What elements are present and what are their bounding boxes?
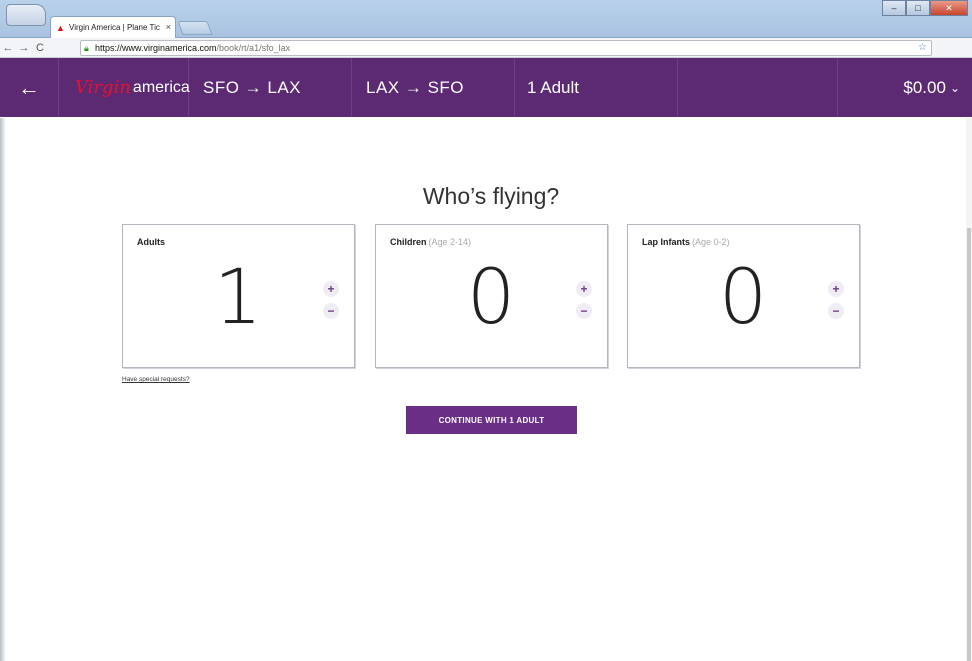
new-tab-button[interactable] bbox=[177, 21, 213, 35]
address-bar[interactable]: 🔒︎ https://www.virginamerica.com/book/rt… bbox=[80, 40, 932, 56]
window-controls: – □ ✕ bbox=[882, 0, 968, 16]
back-button[interactable]: ← bbox=[0, 58, 59, 117]
minimize-button[interactable]: – bbox=[882, 0, 906, 16]
maximize-button[interactable]: □ bbox=[906, 0, 930, 16]
adults-decrement-button[interactable]: − bbox=[323, 303, 339, 319]
close-window-button[interactable]: ✕ bbox=[930, 0, 968, 16]
back-arrow-icon: ← bbox=[18, 74, 40, 100]
adults-increment-button[interactable]: + bbox=[323, 281, 339, 297]
outbound-flight-tab[interactable]: SFO → LAX bbox=[189, 58, 352, 117]
lap-infants-increment-button[interactable]: + bbox=[828, 281, 844, 297]
card-label: Adults bbox=[137, 237, 167, 247]
card-label-text: Adults bbox=[137, 237, 165, 247]
passenger-summary: 1 Adult bbox=[527, 77, 579, 97]
back-arrow-icon[interactable]: ← bbox=[0, 42, 16, 54]
virgin-favicon-icon: ▲ bbox=[56, 23, 65, 33]
brand-text: america bbox=[132, 78, 190, 96]
card-label-text: Children bbox=[390, 237, 427, 247]
lap-infants-count: 0 bbox=[718, 252, 768, 341]
children-count: 0 bbox=[466, 252, 516, 341]
booking-nav-bar: ← Virgin america SFO → LAX LAX → SFO 1 A… bbox=[0, 58, 972, 117]
browser-toolbar: ← → C 🔒︎ https://www.virginamerica.com/b… bbox=[0, 38, 972, 90]
url-path: /book/rt/a1/sfo_lax bbox=[216, 43, 291, 53]
cart-total: $0.00 bbox=[903, 77, 946, 97]
tab-close-icon[interactable]: × bbox=[166, 22, 171, 32]
adults-card: Adults 1 + − bbox=[122, 224, 355, 368]
reload-icon[interactable]: C bbox=[32, 42, 48, 54]
scrollbar[interactable] bbox=[966, 118, 972, 661]
passenger-count-tab[interactable]: 1 Adult bbox=[515, 58, 678, 117]
card-sublabel: (Age 0-2) bbox=[692, 237, 730, 247]
lap-infants-decrement-button[interactable]: − bbox=[828, 303, 844, 319]
outbound-route: SFO → LAX bbox=[203, 77, 302, 97]
tab-title: Virgin America | Plane Tic bbox=[69, 23, 160, 32]
children-decrement-button[interactable]: − bbox=[576, 303, 592, 319]
children-increment-button[interactable]: + bbox=[576, 281, 592, 297]
url-host: https://www.virginamerica.com bbox=[95, 43, 217, 53]
scrollbar-thumb[interactable] bbox=[967, 228, 971, 661]
children-card: Children (Age 2-14) 0 + − bbox=[375, 224, 608, 368]
page-title: Who’s flying? bbox=[422, 183, 560, 209]
inbound-route: LAX → SFO bbox=[366, 77, 465, 97]
chevron-down-icon: ⌄ bbox=[949, 80, 960, 95]
card-label: Children (Age 2-14) bbox=[390, 237, 471, 247]
browser-tab[interactable]: ▲ Virgin America | Plane Tic × bbox=[50, 16, 176, 38]
lap-infants-card: Lap Infants (Age 0-2) 0 + − bbox=[627, 224, 860, 368]
card-label: Lap Infants (Age 0-2) bbox=[642, 237, 730, 247]
browser-menu-icon[interactable] bbox=[6, 4, 46, 26]
adults-count: 1 bbox=[213, 252, 263, 341]
bookmark-star-icon[interactable]: ☆ bbox=[918, 42, 927, 53]
virgin-logo-icon: Virgin bbox=[75, 77, 131, 98]
browser-titlebar: ▲ Virgin America | Plane Tic × – □ ✕ bbox=[0, 0, 972, 38]
card-label-text: Lap Infants bbox=[642, 237, 691, 247]
forward-arrow-icon[interactable]: → bbox=[16, 42, 32, 54]
nav-spacer bbox=[678, 58, 838, 117]
virgin-america-logo[interactable]: Virgin america bbox=[59, 58, 190, 117]
card-sublabel: (Age 2-14) bbox=[428, 237, 472, 247]
inbound-flight-tab[interactable]: LAX → SFO bbox=[352, 58, 515, 117]
special-requests-link[interactable]: Have special requests? bbox=[122, 376, 190, 383]
continue-button[interactable]: CONTINUE WITH 1 ADULT bbox=[406, 406, 577, 434]
lock-icon: 🔒︎ bbox=[84, 43, 89, 53]
cart-total-dropdown[interactable]: $0.00 ⌄ bbox=[838, 58, 972, 117]
